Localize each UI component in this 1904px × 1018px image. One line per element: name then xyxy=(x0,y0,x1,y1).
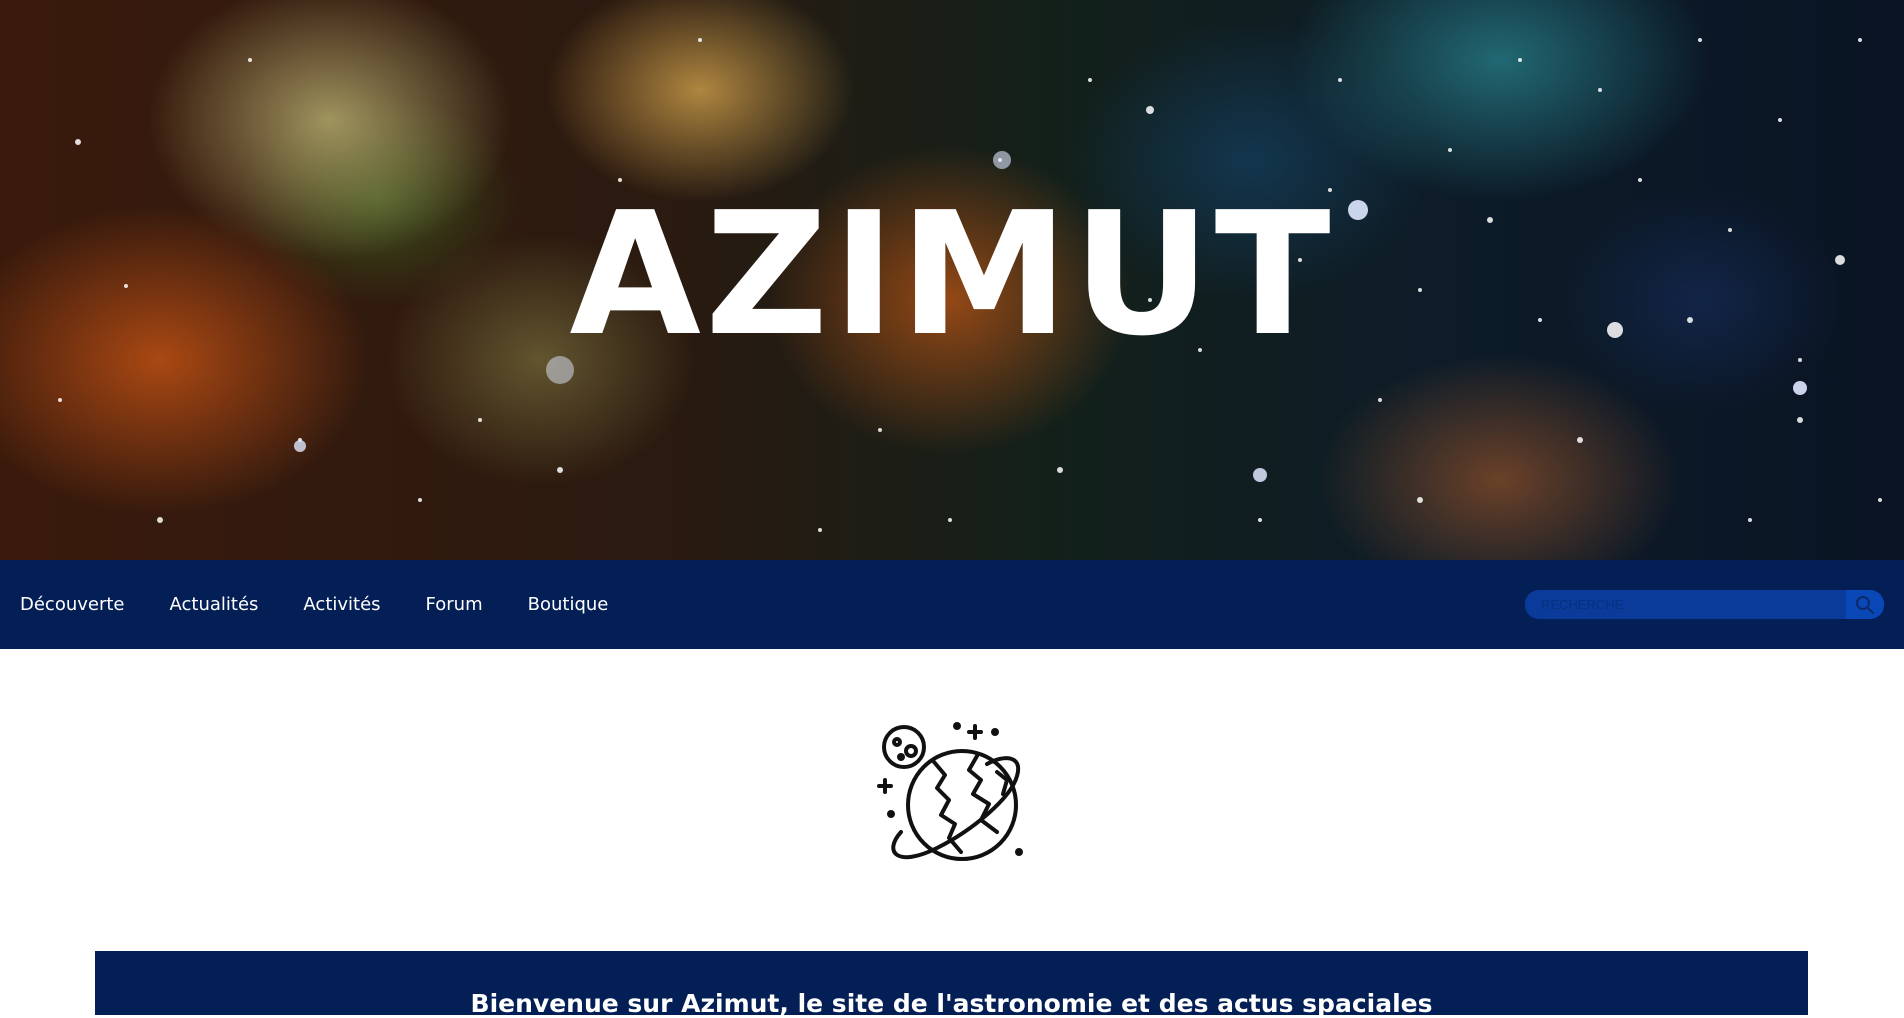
search-bar xyxy=(1525,590,1884,619)
search-input[interactable] xyxy=(1525,590,1846,619)
main-navigation: Découverte Actualités Activités Forum Bo… xyxy=(0,560,1904,649)
search-icon xyxy=(1856,595,1874,614)
nav-item-actualites[interactable]: Actualités xyxy=(170,594,259,615)
search-button[interactable] xyxy=(1846,590,1884,619)
nav-links: Découverte Actualités Activités Forum Bo… xyxy=(0,560,653,649)
welcome-heading: Bienvenue sur Azimut, le site de l'astro… xyxy=(470,989,1433,1018)
nav-item-activites[interactable]: Activités xyxy=(303,594,380,615)
planet-globe-icon xyxy=(877,722,1023,861)
logo-container xyxy=(0,720,1904,870)
nav-item-boutique[interactable]: Boutique xyxy=(528,594,609,615)
welcome-banner: Bienvenue sur Azimut, le site de l'astro… xyxy=(95,951,1808,1018)
nav-item-forum[interactable]: Forum xyxy=(426,594,483,615)
nav-item-decouverte[interactable]: Découverte xyxy=(20,594,125,615)
hero-banner: AZIMUT xyxy=(0,0,1904,560)
site-title: AZIMUT xyxy=(569,176,1335,374)
